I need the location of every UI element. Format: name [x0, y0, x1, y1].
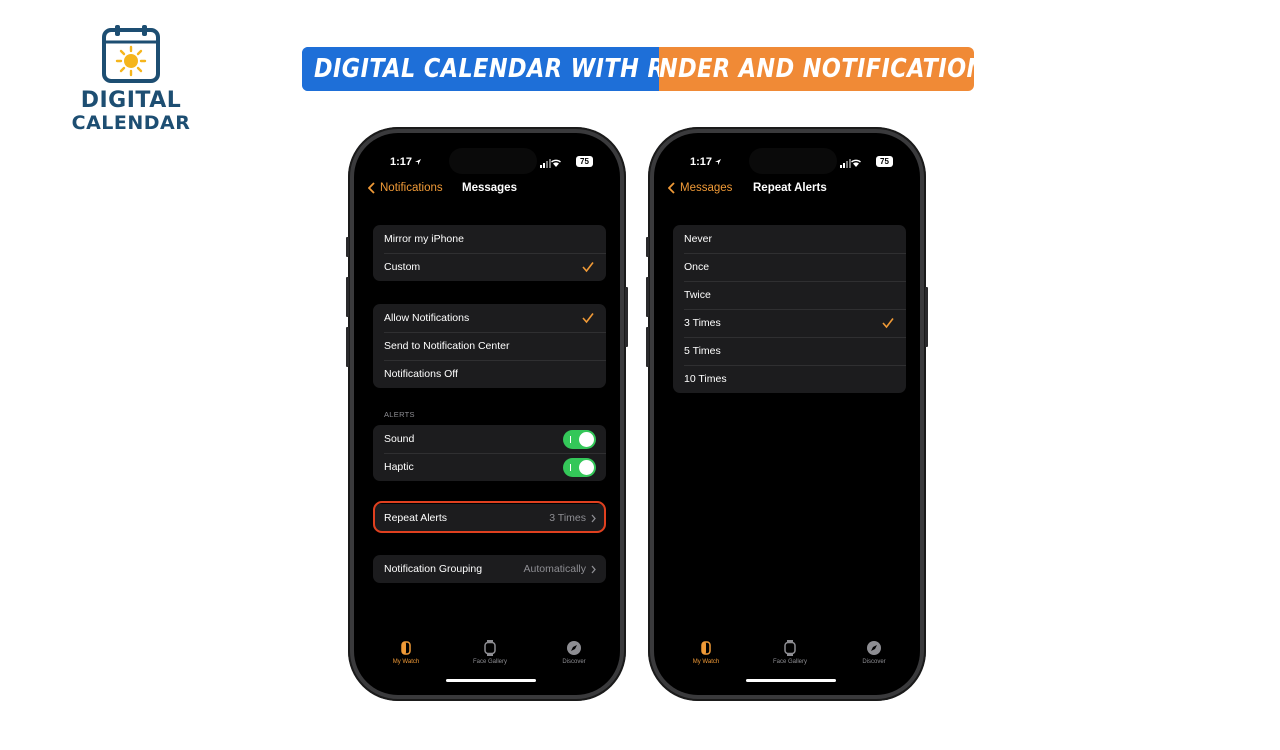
option-label: 3 Times	[684, 317, 721, 329]
nav-bar: Messages Repeat Alerts	[654, 182, 920, 202]
option-3-times[interactable]: 3 Times	[673, 309, 906, 337]
tab-discover[interactable]: Discover	[534, 640, 614, 665]
watch-face-icon	[784, 640, 796, 656]
alerts-section-header: ALERTS	[384, 410, 415, 419]
chevron-left-icon	[368, 182, 375, 194]
compass-icon	[867, 641, 881, 655]
notification-grouping-row[interactable]: Notification Grouping Automatically	[373, 555, 606, 583]
tab-label: Discover	[862, 659, 886, 665]
page-title: Messages	[462, 182, 517, 194]
status-time: 1:17	[390, 156, 413, 168]
option-label: Mirror my iPhone	[384, 233, 464, 245]
tab-my-watch[interactable]: My Watch	[366, 640, 446, 665]
repeat-options-group: Never Once Twice 3 Times 5 Times 10 Time…	[673, 225, 906, 393]
mirror-custom-group: Mirror my iPhone Custom	[373, 225, 606, 281]
tab-discover[interactable]: Discover	[834, 640, 914, 665]
chevron-left-icon	[668, 182, 675, 194]
option-mirror-iphone[interactable]: Mirror my iPhone	[373, 225, 606, 253]
grouping-group: Notification Grouping Automatically	[373, 555, 606, 583]
banner-text-blue: DIGITAL CALENDAR WITH REMI	[302, 47, 659, 91]
sound-row: Sound	[373, 425, 606, 453]
title-banner: DIGITAL CALENDAR WITH REMI NDER AND NOTI…	[302, 47, 974, 91]
tab-label: My Watch	[392, 659, 420, 665]
watch-icon	[401, 641, 411, 655]
tab-bar: My Watch Face Gallery Discover	[354, 640, 620, 676]
back-button[interactable]: Notifications	[368, 182, 443, 194]
signal-wifi-icon	[840, 158, 872, 171]
tab-face-gallery[interactable]: Face Gallery	[750, 640, 830, 665]
calendar-sun-icon	[102, 25, 160, 83]
digital-calendar-logo: DIGITAL CALENDAR	[70, 24, 192, 134]
logo-text-line1: DIGITAL	[80, 88, 182, 113]
option-label: Once	[684, 261, 710, 273]
tab-my-watch[interactable]: My Watch	[666, 640, 746, 665]
back-label: Notifications	[380, 182, 443, 194]
back-label: Messages	[680, 182, 733, 194]
nav-bar: Notifications Messages	[354, 182, 620, 202]
chevron-right-icon	[591, 565, 596, 574]
option-label: Notifications Off	[384, 368, 458, 380]
battery-indicator: 75	[876, 156, 893, 167]
location-arrow-icon	[414, 157, 422, 169]
haptic-row: Haptic	[373, 453, 606, 481]
tab-bar: My Watch Face Gallery Discover	[654, 640, 920, 676]
location-arrow-icon	[714, 157, 722, 169]
tab-face-gallery[interactable]: Face Gallery	[450, 640, 530, 665]
banner-text-orange: NDER AND NOTIFICATIONS	[659, 47, 974, 91]
tab-label: Discover	[562, 659, 586, 665]
option-twice[interactable]: Twice	[673, 281, 906, 309]
grouping-value: Automatically	[523, 563, 586, 575]
battery-indicator: 75	[576, 156, 593, 167]
phone-repeat-alerts: 1:17 75 Messages Repeat Alerts Never Onc…	[646, 127, 928, 701]
home-indicator	[746, 679, 836, 682]
page-title: Repeat Alerts	[753, 182, 827, 194]
status-bar: 1:17 75	[654, 148, 920, 174]
option-label: Custom	[384, 261, 421, 273]
sound-label: Sound	[384, 433, 415, 445]
option-5-times[interactable]: 5 Times	[673, 337, 906, 365]
option-label: Twice	[684, 289, 711, 301]
option-label: Allow Notifications	[384, 312, 470, 324]
phone-messages-settings: 1:17 75 Notifications Messages Mirror my…	[346, 127, 628, 701]
checkmark-icon	[582, 262, 594, 273]
option-never[interactable]: Never	[673, 225, 906, 253]
option-once[interactable]: Once	[673, 253, 906, 281]
dynamic-island	[749, 148, 837, 174]
tab-label: Face Gallery	[472, 659, 507, 665]
status-bar: 1:17 75	[354, 148, 620, 174]
checkmark-icon	[882, 318, 894, 329]
checkmark-icon	[582, 313, 594, 324]
home-indicator	[446, 679, 536, 682]
watch-icon	[701, 641, 711, 655]
haptic-toggle[interactable]	[563, 458, 596, 477]
repeat-alerts-highlight	[373, 501, 606, 533]
tab-label: My Watch	[692, 659, 720, 665]
option-label: Never	[684, 233, 713, 245]
status-time: 1:17	[690, 156, 713, 168]
signal-wifi-icon	[540, 158, 572, 171]
option-notifications-off[interactable]: Notifications Off	[373, 360, 606, 388]
alerts-group: Sound Haptic	[373, 425, 606, 481]
option-allow-notifications[interactable]: Allow Notifications	[373, 304, 606, 332]
compass-icon	[567, 641, 581, 655]
notification-delivery-group: Allow Notifications Send to Notification…	[373, 304, 606, 388]
grouping-label: Notification Grouping	[384, 563, 483, 575]
option-label: 5 Times	[684, 345, 721, 357]
option-10-times[interactable]: 10 Times	[673, 365, 906, 393]
tab-label: Face Gallery	[772, 659, 807, 665]
haptic-label: Haptic	[384, 461, 414, 473]
option-label: Send to Notification Center	[384, 340, 510, 352]
watch-face-icon	[484, 640, 496, 656]
logo-text-line2: CALENDAR	[71, 112, 191, 134]
option-custom[interactable]: Custom	[373, 253, 606, 281]
option-label: 10 Times	[684, 373, 727, 385]
dynamic-island	[449, 148, 537, 174]
back-button[interactable]: Messages	[668, 182, 732, 194]
sound-toggle[interactable]	[563, 430, 596, 449]
option-send-to-notification-center[interactable]: Send to Notification Center	[373, 332, 606, 360]
